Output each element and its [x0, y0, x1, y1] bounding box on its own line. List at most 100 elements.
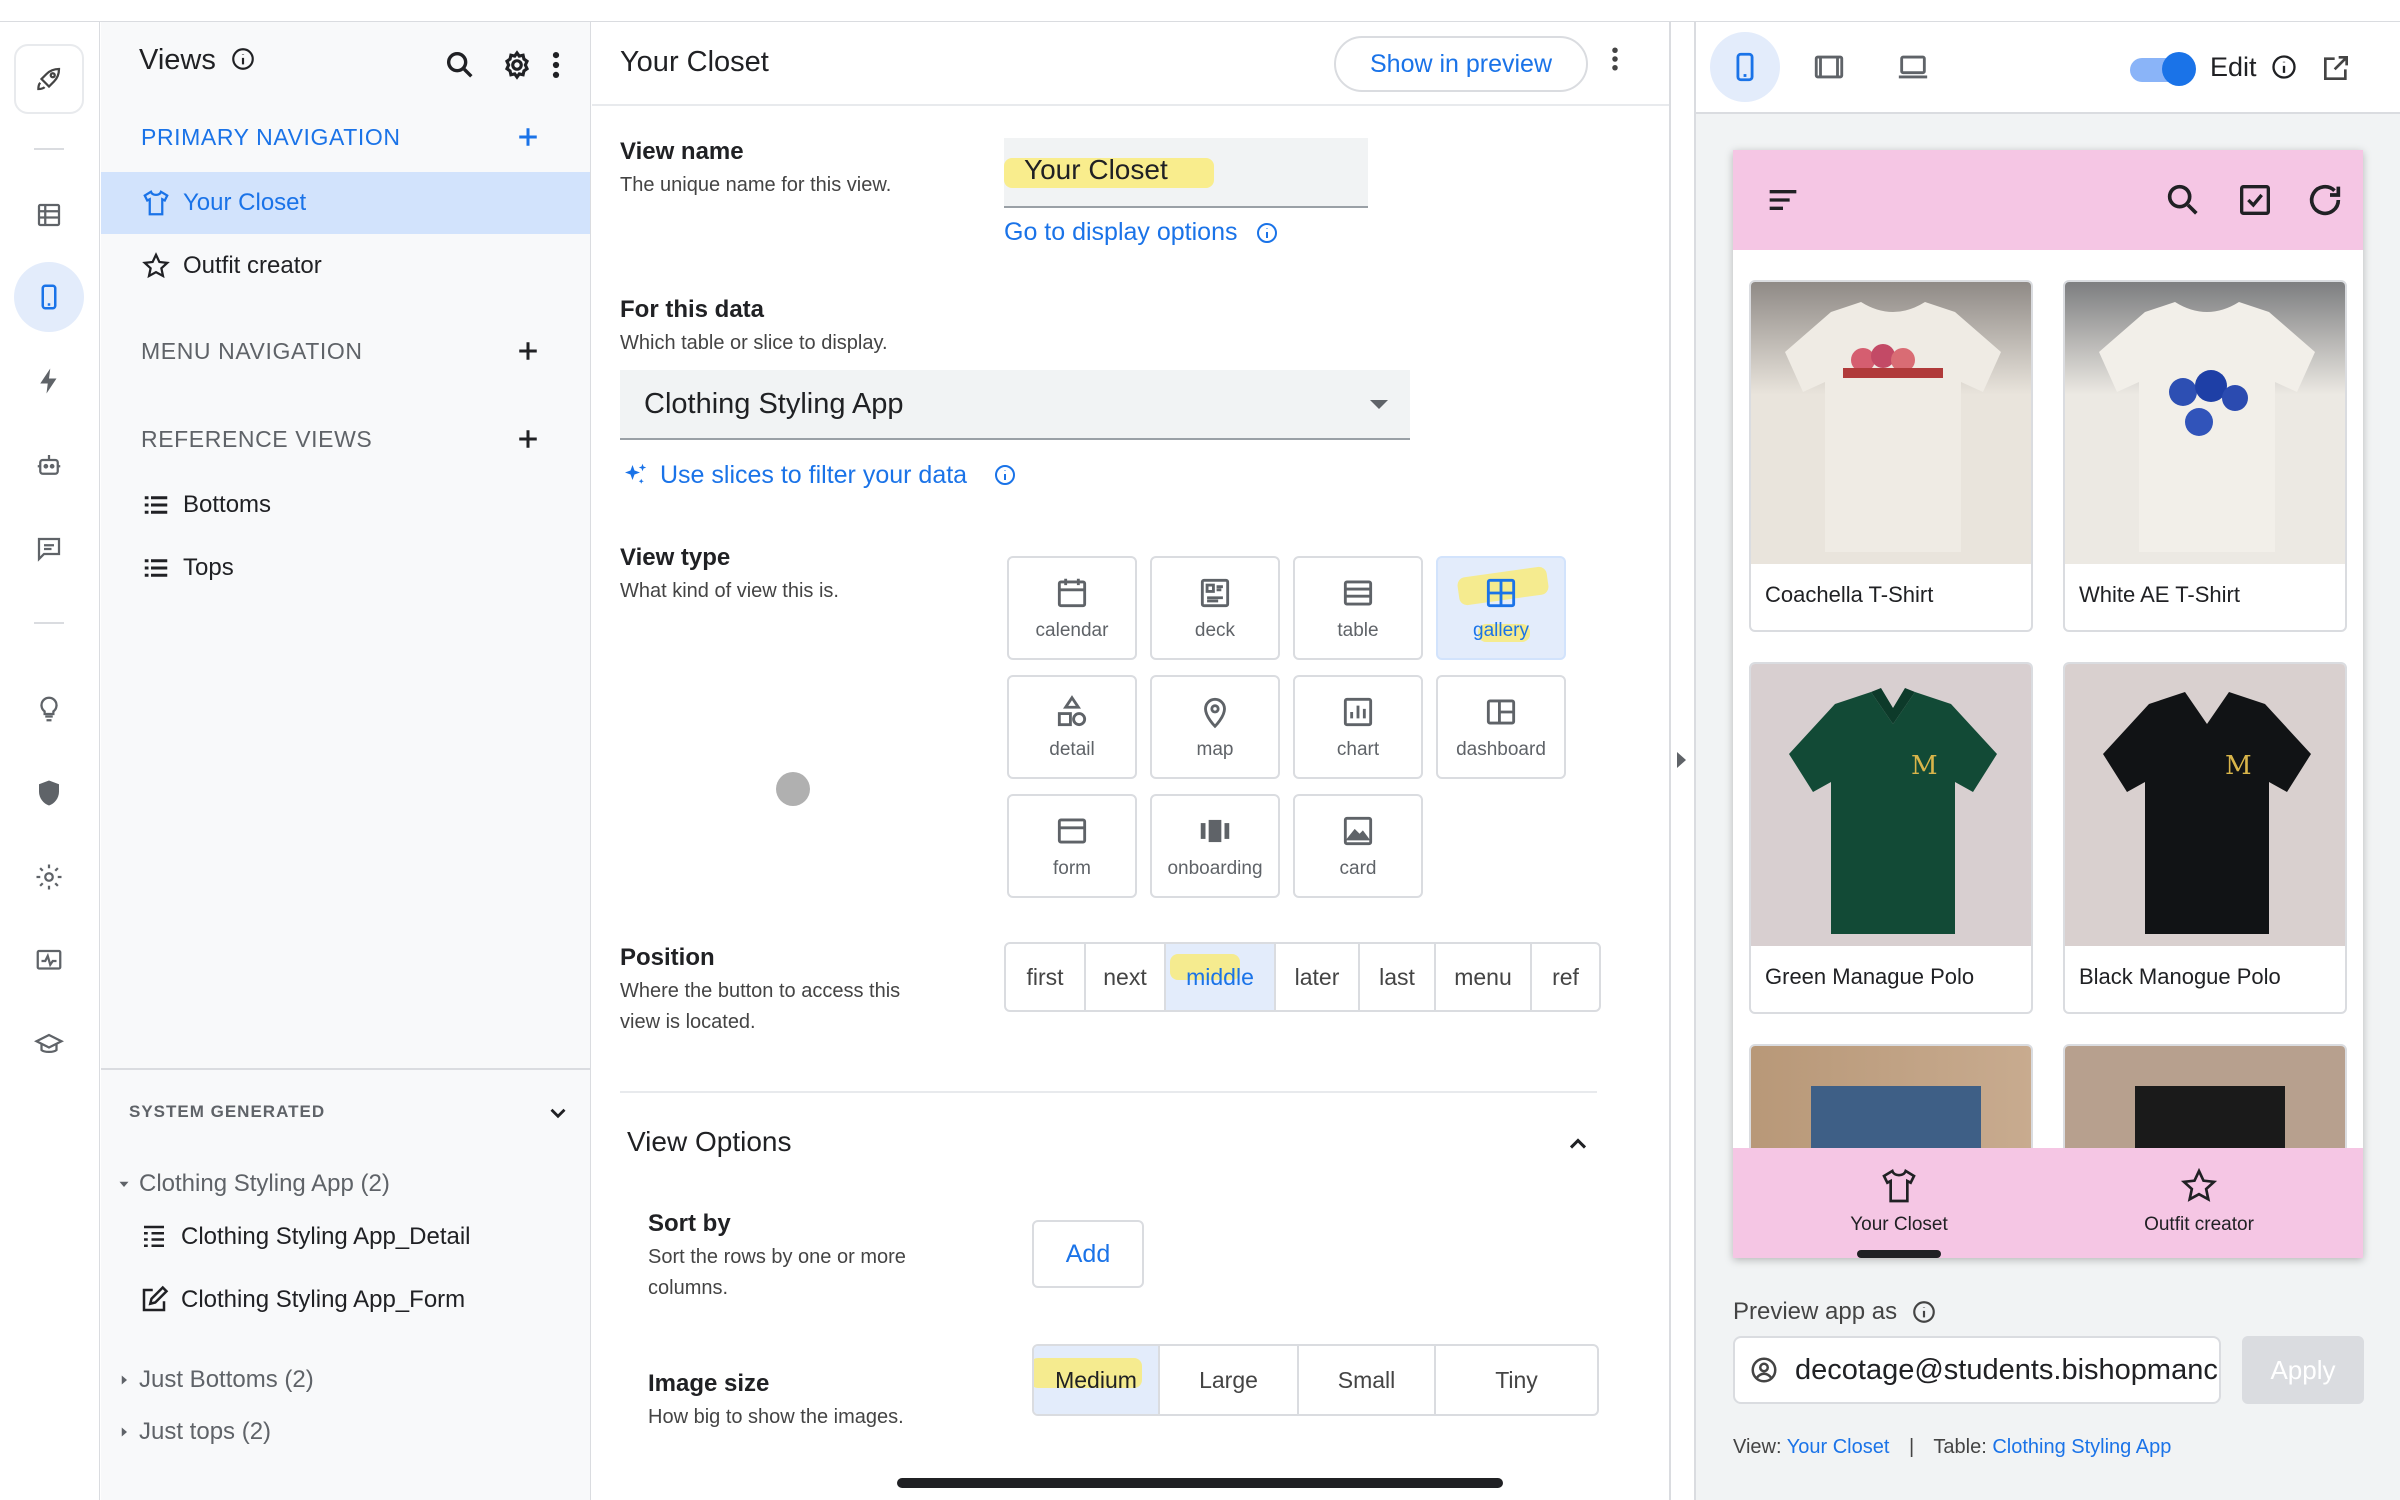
sort-by-desc-line-1: Sort the rows by one or more [648, 1246, 906, 1268]
panel-splitter[interactable] [1669, 22, 1696, 1500]
chat-icon[interactable] [26, 526, 72, 572]
apply-button[interactable]: Apply [2242, 1336, 2364, 1404]
app-views-icon[interactable] [14, 262, 84, 332]
view-item-your-closet[interactable]: Your Closet [101, 172, 590, 234]
rocket-icon[interactable] [14, 44, 84, 114]
info-icon[interactable] [2270, 53, 2298, 81]
sparkle-icon [620, 460, 650, 490]
footer-view-link[interactable]: Your Closet [1787, 1436, 1890, 1458]
view-type-dashboard[interactable]: dashboard [1436, 675, 1566, 779]
card-image [1751, 282, 2031, 564]
position-first[interactable]: first [1006, 944, 1086, 1010]
for-this-data-desc: Which table or slice to display. [620, 332, 888, 354]
more-vert-icon[interactable] [1600, 44, 1630, 84]
edit-toggle[interactable] [2130, 52, 2196, 86]
automation-bolt-icon[interactable] [26, 358, 72, 404]
view-type-label-text: gallery [1473, 620, 1529, 641]
position-middle[interactable]: middle [1166, 944, 1276, 1010]
for-this-data-label: For this data [620, 296, 765, 323]
image-size-segmented: Medium Large Small Tiny [1032, 1344, 1599, 1416]
tree-group-just-bottoms[interactable]: Just Bottoms (2) [115, 1366, 314, 1394]
menu-icon[interactable] [1763, 180, 1803, 220]
use-slices-link[interactable]: Use slices to filter your data [620, 460, 1017, 490]
view-type-onboarding[interactable]: onboarding [1150, 794, 1280, 898]
view-item-bottoms[interactable]: Bottoms [101, 474, 590, 536]
position-menu[interactable]: menu [1436, 944, 1532, 1010]
image-size-medium[interactable]: Medium [1034, 1346, 1160, 1414]
desktop-device-icon[interactable] [1878, 32, 1948, 102]
lightbulb-icon[interactable] [26, 686, 72, 732]
add-menu-view-icon[interactable] [513, 336, 543, 366]
view-item-tops[interactable]: Tops [101, 537, 590, 599]
view-name-input[interactable]: Your Closet [1004, 138, 1368, 208]
gallery-card[interactable]: Coachella T-Shirt [1749, 280, 2033, 632]
view-type-deck[interactable]: deck [1150, 556, 1280, 660]
view-item-outfit-creator[interactable]: Outfit creator [101, 235, 590, 297]
table-icon [1343, 580, 1373, 606]
tree-item-detail[interactable]: Clothing Styling App_Detail [139, 1222, 471, 1252]
position-later[interactable]: later [1276, 944, 1360, 1010]
home-indicator [897, 1478, 1503, 1488]
bottom-nav-your-closet[interactable]: Your Closet [1799, 1166, 1999, 1236]
security-shield-icon[interactable] [26, 770, 72, 816]
more-vert-icon[interactable] [539, 48, 573, 82]
expand-arrow-icon[interactable] [1677, 752, 1686, 768]
refresh-sync-icon[interactable] [2305, 180, 2345, 220]
add-primary-view-icon[interactable] [513, 122, 543, 152]
go-to-display-options-link[interactable]: Go to display options [1004, 218, 1279, 247]
add-reference-view-icon[interactable] [513, 424, 543, 454]
position-last[interactable]: last [1360, 944, 1436, 1010]
star-icon [141, 251, 171, 281]
views-panel: Views PRIMARY NAVIGATION Your Closet Out… [101, 22, 591, 1500]
search-icon[interactable] [2163, 180, 2203, 220]
preview-as-input[interactable]: decotage@students.bishopmanc [1733, 1336, 2221, 1404]
sort-by-label: Sort by [648, 1210, 731, 1237]
image-size-large[interactable]: Large [1160, 1346, 1299, 1414]
mobile-device-icon[interactable] [1710, 32, 1780, 102]
view-type-form[interactable]: form [1007, 794, 1137, 898]
open-new-window-icon[interactable] [2320, 52, 2352, 84]
info-icon[interactable] [1255, 221, 1279, 245]
position-ref[interactable]: ref [1532, 944, 1599, 1010]
search-icon[interactable] [443, 48, 477, 82]
monitor-pulse-icon[interactable] [26, 938, 72, 984]
view-type-table[interactable]: table [1293, 556, 1423, 660]
settings-gear-icon[interactable] [26, 854, 72, 900]
gallery-card[interactable]: White AE T-Shirt [2063, 280, 2347, 632]
info-icon[interactable] [993, 463, 1017, 487]
view-type-map[interactable]: map [1150, 675, 1280, 779]
tree-item-form[interactable]: Clothing Styling App_Form [139, 1285, 465, 1315]
info-icon[interactable] [230, 46, 256, 72]
view-type-label-text: onboarding [1167, 858, 1263, 879]
toggle-knob [2162, 52, 2196, 86]
bottom-nav-outfit-creator[interactable]: Outfit creator [2099, 1166, 2299, 1236]
image-size-tiny[interactable]: Tiny [1436, 1346, 1597, 1414]
position-segmented: first next middle later last menu ref [1004, 942, 1601, 1012]
footer-table-link[interactable]: Clothing Styling App [1992, 1436, 2171, 1458]
app-bar [1733, 150, 2363, 250]
info-icon[interactable] [1911, 1299, 1937, 1325]
position-next[interactable]: next [1086, 944, 1166, 1010]
data-source-select[interactable]: Clothing Styling App [620, 370, 1410, 440]
checkbox-select-icon[interactable] [2235, 180, 2275, 220]
view-type-card[interactable]: card [1293, 794, 1423, 898]
learn-graduation-icon[interactable] [26, 1022, 72, 1068]
view-type-detail[interactable]: detail [1007, 675, 1137, 779]
gallery-card[interactable]: M Black Manogue Polo [2063, 662, 2347, 1014]
data-table-icon[interactable] [26, 192, 72, 238]
image-size-small[interactable]: Small [1299, 1346, 1436, 1414]
chevron-up-icon[interactable] [1564, 1130, 1592, 1158]
tablet-device-icon[interactable] [1794, 32, 1864, 102]
svg-text:M: M [2225, 751, 2252, 781]
tree-group-clothing-styling-app[interactable]: Clothing Styling App (2) [115, 1170, 390, 1198]
bot-icon[interactable] [26, 442, 72, 488]
tree-group-just-tops[interactable]: Just tops (2) [115, 1418, 271, 1446]
add-sort-button[interactable]: Add [1032, 1220, 1144, 1288]
view-type-gallery[interactable]: gallery [1436, 556, 1566, 660]
chevron-down-icon[interactable] [545, 1100, 571, 1126]
view-type-calendar[interactable]: calendar [1007, 556, 1137, 660]
gallery-card[interactable]: M Green Manague Polo [1749, 662, 2033, 1014]
show-in-preview-button[interactable]: Show in preview [1334, 36, 1588, 92]
view-type-chart[interactable]: chart [1293, 675, 1423, 779]
settings-icon[interactable] [500, 48, 534, 82]
